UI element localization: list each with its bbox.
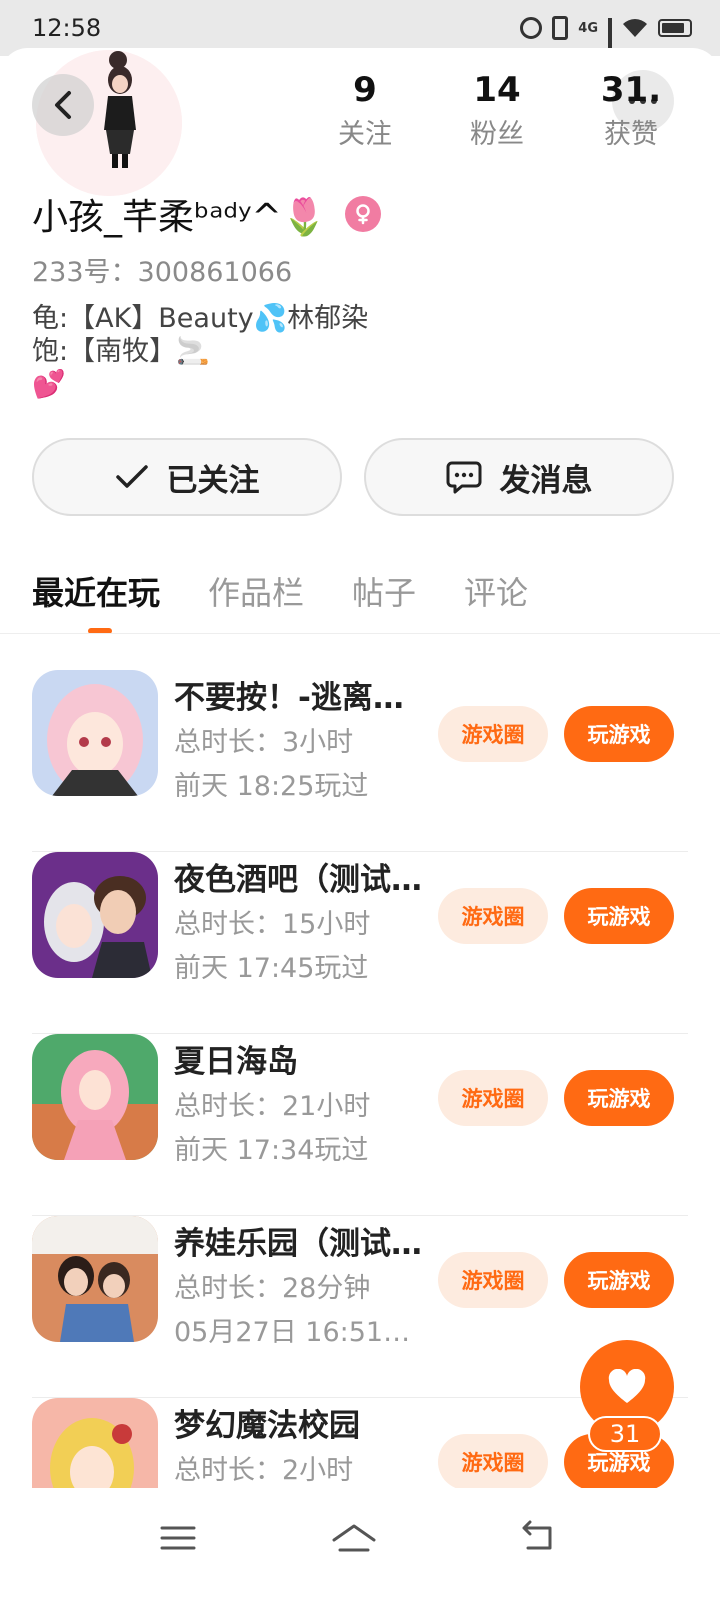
home-icon — [332, 1524, 376, 1552]
alarm-icon — [520, 17, 543, 39]
play-game-button[interactable]: 玩游戏 — [564, 706, 674, 762]
profile-stats: 9 关注 14 粉丝 31. 获赞 — [300, 68, 700, 158]
game-circle-button[interactable]: 游戏圈 — [438, 706, 548, 762]
return-icon — [522, 1520, 552, 1550]
stat-following[interactable]: 9 关注 — [310, 68, 420, 154]
stat-label: 粉丝 — [470, 119, 524, 150]
tab-works[interactable]: 作品栏 — [208, 568, 304, 634]
check-icon — [115, 465, 148, 488]
battery-icon — [658, 19, 692, 37]
female-gender-icon — [344, 196, 381, 232]
home-nav-button[interactable] — [330, 1518, 378, 1558]
user-id: 233号：300861066 — [32, 257, 293, 288]
menu-nav-button[interactable] — [158, 1518, 198, 1558]
play-game-button[interactable]: 玩游戏 — [564, 1252, 674, 1308]
game-icon[interactable] — [32, 852, 158, 978]
stat-label: 关注 — [338, 119, 392, 150]
stat-value: 14 — [473, 70, 521, 110]
system-nav-bar — [0, 1488, 720, 1600]
back-nav-button[interactable] — [518, 1518, 558, 1558]
tab-recently-played[interactable]: 最近在玩 — [32, 568, 160, 634]
username-row: 小孩_芊柔ᵇᵃᵈʸ^🌷 — [32, 188, 381, 240]
game-circle-button[interactable]: 游戏圈 — [438, 1252, 548, 1308]
game-circle-button[interactable]: 游戏圈 — [438, 1070, 548, 1126]
like-count: 31 — [588, 1416, 662, 1452]
send-message-label: 发消息 — [499, 462, 593, 499]
status-time: 12:58 — [32, 14, 102, 42]
signal-icon — [608, 18, 612, 66]
game-row[interactable]: 夜色酒吧（测试… 总时长：15小时 前天 17:45玩过 游戏圈 玩游戏 — [32, 852, 688, 1034]
game-last-played: 前天 17:34玩过 — [174, 1135, 369, 1166]
status-icons: 4G — [520, 16, 692, 66]
game-name: 不要按！-逃离… — [174, 680, 404, 716]
game-name: 夜色酒吧（测试… — [174, 862, 422, 898]
back-button[interactable] — [32, 74, 94, 136]
stat-value: 31. — [600, 70, 662, 110]
game-last-played: 前天 17:45玩过 — [174, 953, 369, 984]
game-duration: 总时长：15小时 — [174, 909, 371, 940]
hamburger-icon — [160, 1526, 196, 1550]
game-duration: 总时长：28分钟 — [174, 1273, 371, 1304]
game-duration: 总时长：3小时 — [174, 727, 354, 758]
tabs-divider — [0, 633, 720, 634]
game-name: 夏日海岛 — [174, 1044, 298, 1080]
chat-bubble-icon — [446, 461, 481, 494]
stat-followers[interactable]: 14 粉丝 — [442, 68, 552, 154]
chevron-left-icon — [55, 91, 71, 119]
username: 小孩_芊柔ᵇᵃᵈʸ^🌷 — [32, 197, 327, 238]
following-label: 已关注 — [166, 462, 260, 499]
network-type: 4G — [578, 20, 598, 36]
profile-tabs: 最近在玩 作品栏 帖子 评论 — [32, 568, 528, 634]
wifi-icon — [622, 18, 648, 38]
play-game-button[interactable]: 玩游戏 — [564, 1070, 674, 1126]
stat-likes[interactable]: 31. 获赞 — [576, 68, 686, 154]
tab-posts[interactable]: 帖子 — [352, 568, 416, 634]
profile-card: 9 关注 14 粉丝 31. 获赞 小孩_芊柔ᵇᵃᵈʸ^🌷 233号：30086… — [0, 48, 720, 1524]
following-button[interactable]: 已关注 — [32, 438, 342, 516]
play-game-button[interactable]: 玩游戏 — [564, 888, 674, 944]
game-duration: 总时长：2小时 — [174, 1455, 354, 1486]
game-row[interactable]: 不要按！-逃离… 总时长：3小时 前天 18:25玩过 游戏圈 玩游戏 — [32, 670, 688, 852]
game-duration: 总时长：21小时 — [174, 1091, 371, 1122]
game-icon[interactable] — [32, 1034, 158, 1160]
game-circle-button[interactable]: 游戏圈 — [438, 1434, 548, 1490]
game-name: 梦幻魔法校园 — [174, 1408, 360, 1444]
game-last-played: 前天 18:25玩过 — [174, 771, 369, 802]
tab-comments[interactable]: 评论 — [464, 568, 528, 634]
stat-label: 获赞 — [604, 119, 658, 150]
vibrate-icon — [552, 16, 569, 40]
game-icon[interactable] — [32, 670, 158, 796]
game-circle-button[interactable]: 游戏圈 — [438, 888, 548, 944]
stat-value: 9 — [353, 70, 377, 110]
send-message-button[interactable]: 发消息 — [364, 438, 674, 516]
game-row[interactable]: 夏日海岛 总时长：21小时 前天 17:34玩过 游戏圈 玩游戏 — [32, 1034, 688, 1216]
game-last-played: 05月27日 16:51… — [174, 1317, 411, 1348]
user-bio: 龟:【AK】Beauty💦林郁染 饱:【南牧】🚬 💕 — [32, 303, 369, 400]
game-name: 养娃乐园（测试… — [174, 1226, 422, 1262]
game-icon[interactable] — [32, 1216, 158, 1342]
heart-icon — [608, 1369, 646, 1403]
